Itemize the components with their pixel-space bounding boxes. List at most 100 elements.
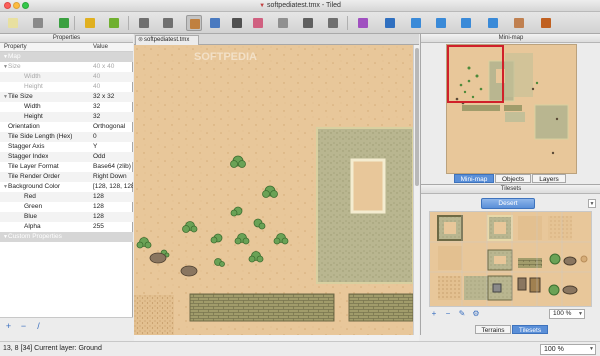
property-row[interactable]: Alpha 255: [0, 222, 133, 232]
property-value[interactable]: Odd: [93, 152, 133, 162]
property-row[interactable]: Tile Render Order Right Down: [0, 172, 133, 182]
insert-text-icon: [541, 18, 551, 28]
rename-property-button[interactable]: /: [34, 322, 43, 331]
tileset-properties-button[interactable]: ⚙: [471, 309, 481, 319]
new-tileset-button[interactable]: +: [429, 309, 439, 319]
same-tile-button[interactable]: [325, 15, 341, 31]
edit-tileset-button[interactable]: ✎: [457, 309, 467, 319]
document-icon: ▼: [259, 3, 266, 9]
property-row[interactable]: Orientation Orthogonal: [0, 122, 133, 132]
property-row[interactable]: Red 128: [0, 192, 133, 202]
property-column-header[interactable]: Property: [4, 44, 27, 50]
map-vertical-scrollbar[interactable]: [413, 45, 419, 335]
select-objects-button[interactable]: [355, 15, 371, 31]
remove-property-button[interactable]: −: [19, 322, 28, 331]
stamp-button[interactable]: [186, 15, 202, 31]
random-button[interactable]: [160, 15, 176, 31]
property-value[interactable]: 32 x 32: [93, 92, 133, 102]
eraser-button[interactable]: [250, 15, 266, 31]
property-row[interactable]: Stagger Axis Y: [0, 142, 133, 152]
property-name: Red: [24, 193, 36, 200]
terrain-button[interactable]: [207, 15, 223, 31]
tileset-tab-desert[interactable]: Desert: [481, 198, 535, 209]
tileset-canvas[interactable]: [429, 211, 592, 307]
tileset-tabs: Terrains Tilesets: [421, 324, 600, 335]
new-map-button[interactable]: [5, 15, 21, 31]
map-canvas[interactable]: SOFTPEDIA: [134, 45, 413, 335]
bucket-button[interactable]: [229, 15, 245, 31]
property-row[interactable]: ▼Background Color[128, 128, 128, 255]: [0, 182, 133, 192]
value-column-header[interactable]: Value: [93, 44, 108, 50]
property-name: Orientation: [8, 123, 40, 130]
property-name: Height: [24, 113, 43, 120]
scrollbar-thumb[interactable]: [415, 48, 419, 186]
property-value[interactable]: Base64 (zlib): [93, 162, 133, 172]
property-name: Width: [24, 73, 41, 80]
rectangle-button[interactable]: [408, 15, 424, 31]
property-row[interactable]: Tile Side Length (Hex) 0: [0, 132, 133, 142]
property-group-row[interactable]: ▼ Custom Properties: [0, 232, 133, 242]
undo-button[interactable]: [82, 15, 98, 31]
property-row[interactable]: Stagger Index Odd: [0, 152, 133, 162]
property-row[interactable]: ▼ Tile Size 32 x 32: [0, 92, 133, 102]
tab-label: softpediatest.tmx: [144, 37, 190, 43]
property-value[interactable]: Orthogonal: [93, 122, 133, 132]
document-tabs: ⊗ softpediatest.tmx: [134, 34, 419, 45]
minimap-canvas[interactable]: [446, 44, 577, 174]
property-row[interactable]: Width 40: [0, 72, 133, 82]
property-row[interactable]: Height 40: [0, 82, 133, 92]
edit-polygons-button[interactable]: [382, 15, 398, 31]
magic-wand-button[interactable]: [300, 15, 316, 31]
property-value[interactable]: 255: [93, 222, 133, 232]
properties-panel-title: Properties: [0, 34, 133, 43]
save-button[interactable]: [56, 15, 72, 31]
property-value[interactable]: 128: [93, 192, 133, 202]
property-row[interactable]: Blue 128: [0, 212, 133, 222]
property-value[interactable]: 128: [93, 202, 133, 212]
property-value[interactable]: 128: [93, 212, 133, 222]
polygon-button[interactable]: [458, 15, 474, 31]
property-value[interactable]: 32: [93, 102, 133, 112]
property-row[interactable]: Green 128: [0, 202, 133, 212]
property-value[interactable]: 32: [93, 112, 133, 122]
property-value[interactable]: 0: [93, 132, 133, 142]
property-name: Tile Layer Format: [8, 163, 59, 170]
property-row[interactable]: ▼ Size 40 x 40: [0, 62, 133, 72]
tab-layers[interactable]: Layers: [532, 174, 566, 183]
polyline-button[interactable]: [485, 15, 501, 31]
open-button[interactable]: [30, 15, 46, 31]
ellipse-button[interactable]: [433, 15, 449, 31]
text-button[interactable]: [538, 15, 554, 31]
tileset-list-dropdown[interactable]: ▼: [588, 199, 596, 208]
property-row[interactable]: Height 32: [0, 112, 133, 122]
property-row[interactable]: Tile Layer Format Base64 (zlib): [0, 162, 133, 172]
add-property-button[interactable]: +: [4, 322, 13, 331]
tileset-zoom-select[interactable]: 100 % ▼: [549, 309, 585, 319]
property-row[interactable]: Width 32: [0, 102, 133, 112]
remove-tileset-button[interactable]: −: [443, 309, 453, 319]
property-value[interactable]: Right Down: [93, 172, 133, 182]
rect-select-button[interactable]: [275, 15, 291, 31]
close-tab-icon[interactable]: ⊗: [138, 36, 143, 45]
property-value[interactable]: 40: [93, 82, 133, 92]
property-name: Tile Side Length (Hex): [8, 133, 73, 140]
property-group-row[interactable]: ▼ Map: [0, 52, 133, 62]
property-value[interactable]: [128, 128, 128, 255]: [93, 182, 133, 192]
tab-mini-map[interactable]: Mini-map: [454, 174, 494, 183]
tab-objects[interactable]: Objects: [495, 174, 531, 183]
redo-button[interactable]: [106, 15, 122, 31]
command-button[interactable]: [136, 15, 152, 31]
tab-terrains[interactable]: Terrains: [475, 325, 511, 334]
window-title-text: softpediatest.tmx - Tiled: [267, 2, 341, 9]
tab-tilesets[interactable]: Tilesets: [512, 325, 548, 334]
property-value[interactable]: 40: [93, 72, 133, 82]
minimap-viewport-rect[interactable]: [447, 45, 504, 103]
tile-object-button[interactable]: [511, 15, 527, 31]
property-name: Width: [24, 103, 41, 110]
property-value[interactable]: 40 x 40: [93, 62, 133, 72]
tab-softpediatest[interactable]: ⊗ softpediatest.tmx: [135, 35, 199, 45]
property-name: Map: [8, 53, 21, 60]
property-value[interactable]: Y: [93, 142, 133, 152]
zoom-select[interactable]: 100 % ▼: [540, 344, 596, 355]
minimap-panel: Mini-map Mini-map Objects Layers: [420, 34, 600, 184]
